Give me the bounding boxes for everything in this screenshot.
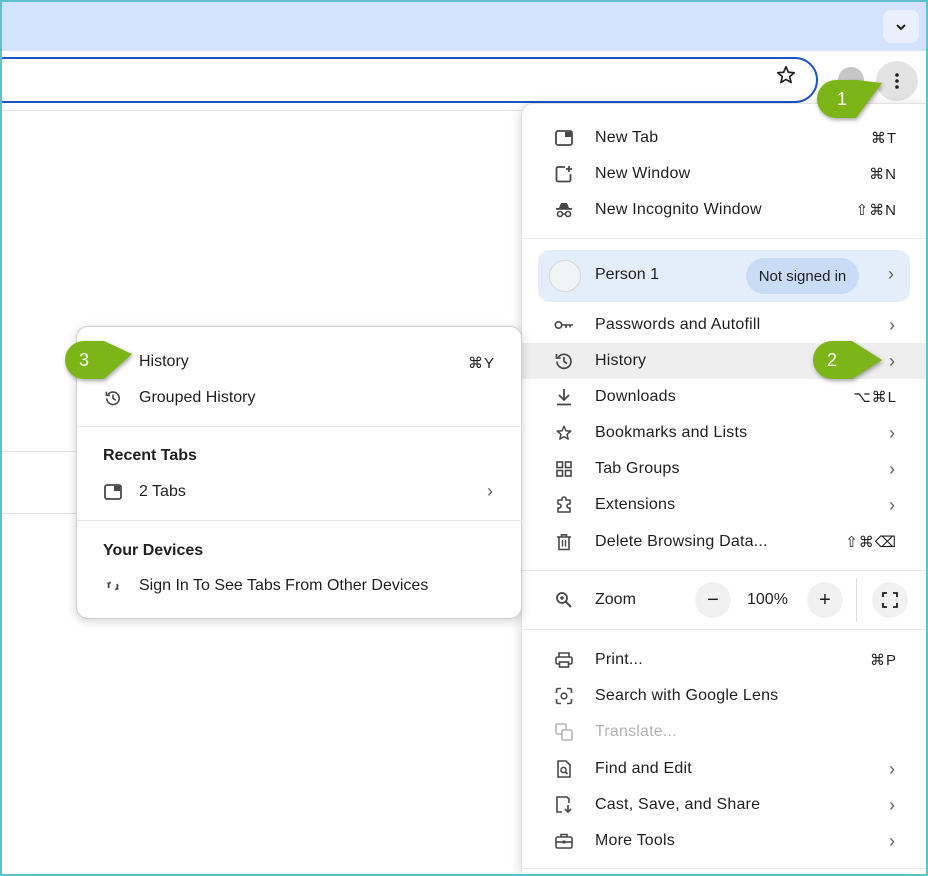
menu-item-bookmarks[interactable]: Bookmarks and Lists ›	[522, 415, 927, 451]
menu-item-translate: Translate...	[522, 714, 927, 750]
callout-3: 3	[64, 340, 132, 380]
menu-item-extensions[interactable]: Extensions ›	[522, 487, 927, 523]
profile-row[interactable]: Person 1 Not signed in ›	[538, 250, 910, 302]
new-tab-icon	[554, 128, 574, 148]
chrome-main-menu: New Tab ⌘T New Window ⌘N New Incognito W…	[521, 103, 927, 874]
menu-separator	[522, 570, 927, 571]
lens-icon	[554, 686, 574, 706]
chevron-down-icon	[896, 23, 906, 30]
window-icon	[103, 482, 123, 502]
menu-item-find-and-edit[interactable]: Find and Edit ›	[522, 751, 927, 787]
chevron-right-icon: ›	[889, 830, 895, 851]
menu-item-tab-groups[interactable]: Tab Groups ›	[522, 451, 927, 487]
chevron-right-icon: ›	[888, 264, 894, 284]
chevron-right-icon: ›	[889, 758, 895, 779]
submenu-item-sign-in-devices[interactable]: Sign In To See Tabs From Other Devices	[77, 568, 523, 604]
menu-separator	[522, 868, 927, 869]
submenu-item-history[interactable]: History ⌘Y	[77, 344, 523, 380]
tab-search-button[interactable]	[883, 10, 919, 43]
grid-icon	[554, 459, 574, 479]
incognito-icon	[554, 200, 574, 220]
menu-separator	[522, 629, 927, 630]
sign-in-status-badge[interactable]: Not signed in	[746, 258, 859, 294]
chevron-right-icon: ›	[889, 494, 895, 515]
your-devices-heading: Your Devices	[103, 542, 204, 559]
chevron-right-icon: ›	[889, 314, 895, 335]
submenu-item-grouped-history[interactable]: Grouped History	[77, 380, 523, 416]
chevron-right-icon: ›	[889, 794, 895, 815]
three-dots-vertical-icon	[895, 73, 899, 89]
zoom-divider	[856, 578, 857, 622]
profile-avatar	[549, 260, 581, 292]
menu-item-google-lens[interactable]: Search with Google Lens	[522, 678, 927, 714]
chevron-right-icon: ›	[889, 422, 895, 443]
bookmark-star-button[interactable]	[772, 61, 800, 89]
puzzle-icon	[554, 495, 574, 515]
toolbar	[0, 51, 926, 111]
new-window-icon	[554, 164, 574, 184]
zoom-row: Zoom − 100% +	[522, 578, 927, 622]
zoom-magnifier-icon	[554, 590, 574, 610]
fullscreen-button[interactable]	[872, 582, 908, 618]
chevron-right-icon: ›	[487, 481, 493, 501]
history-icon	[103, 388, 123, 408]
chevron-right-icon: ›	[889, 350, 895, 371]
zoom-in-button[interactable]: +	[807, 582, 843, 618]
find-page-icon	[554, 759, 574, 779]
tab-strip	[2, 2, 926, 51]
zoom-level: 100%	[747, 591, 788, 608]
star-outline-icon	[776, 65, 796, 84]
fullscreen-icon	[882, 592, 898, 608]
menu-separator	[522, 238, 927, 239]
trash-icon	[554, 532, 574, 552]
menu-item-new-window[interactable]: New Window ⌘N	[522, 156, 927, 192]
submenu-item-recent-tabs[interactable]: 2 Tabs ›	[77, 474, 523, 510]
printer-icon	[554, 650, 574, 670]
menu-item-passwords[interactable]: Passwords and Autofill ›	[522, 307, 927, 343]
menu-item-new-tab[interactable]: New Tab ⌘T	[522, 120, 927, 156]
menu-item-cast-save-share[interactable]: Cast, Save, and Share ›	[522, 787, 927, 823]
toolbox-icon	[554, 831, 574, 851]
cast-save-icon	[554, 795, 574, 815]
chevron-right-icon: ›	[889, 458, 895, 479]
menu-item-downloads[interactable]: Downloads ⌥⌘L	[522, 379, 927, 415]
recent-tabs-heading: Recent Tabs	[103, 447, 197, 464]
key-icon	[554, 315, 574, 335]
translate-icon	[554, 722, 574, 742]
menu-item-print[interactable]: Print... ⌘P	[522, 642, 927, 678]
address-bar[interactable]	[0, 57, 818, 103]
star-icon	[554, 423, 574, 443]
callout-1: 1	[816, 79, 882, 119]
download-icon	[554, 387, 574, 407]
zoom-out-button[interactable]: −	[695, 582, 731, 618]
submenu-separator	[77, 426, 523, 427]
menu-item-new-incognito-window[interactable]: New Incognito Window ⇧⌘N	[522, 192, 927, 228]
submenu-separator	[77, 520, 523, 521]
history-icon	[554, 351, 574, 371]
callout-2: 2	[812, 340, 882, 380]
menu-item-delete-browsing-data[interactable]: Delete Browsing Data... ⇧⌘⌫	[522, 524, 927, 560]
sync-icon	[103, 576, 123, 596]
history-submenu: History ⌘Y Grouped History Recent Tabs 2…	[76, 326, 523, 619]
menu-item-more-tools[interactable]: More Tools ›	[522, 823, 927, 859]
